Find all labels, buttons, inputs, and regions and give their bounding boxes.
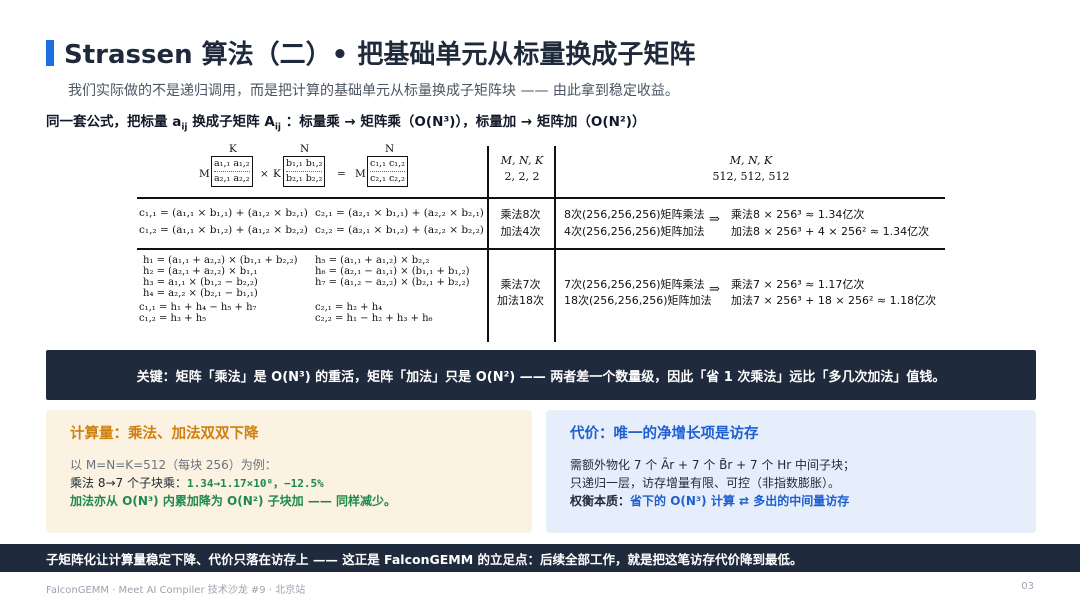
m-label-left: M <box>199 168 210 180</box>
row1-add-count: 加法4次 <box>500 225 541 238</box>
divider-mid <box>137 248 945 250</box>
row2-result-mul: 乘法7 × 256³ ≈ 1.17亿次 <box>731 278 865 291</box>
row2-h1: h₁ = (a₁,₁ + a₂,₂) × (b₁,₁ + b₂,₂) <box>143 255 298 266</box>
times-sign: × <box>260 168 269 180</box>
equals-sign: = <box>337 168 346 180</box>
col2-values: 2, 2, 2 <box>504 170 540 183</box>
comparison-table: K N N M a₁,₁ a₁,₂ a₂,₁ a₂,₂ × K b₁,₁ b₁,₂ b… <box>137 143 945 342</box>
compute-card-line3: 加法亦从 O(N³) 内累加降为 O(N²) 子块加 —— 同样减少。 <box>70 494 397 508</box>
compute-card-line2-value: 1.34→1.17×10⁸，−12.5% <box>186 477 324 490</box>
n-label-top-result: N <box>385 143 395 155</box>
formula-sub-b: ij <box>274 122 282 133</box>
n-label-top: N <box>300 143 310 155</box>
a22: a₂,₂ <box>233 173 250 184</box>
matrix-b: b₁,₁ b₁,₂ b₂,₁ b₂,₂ <box>283 156 326 187</box>
matrix-a: a₁,₁ a₁,₂ a₂,₁ a₂,₂ <box>211 156 253 187</box>
divider-top <box>137 197 945 199</box>
b12: b₁,₂ <box>305 158 323 169</box>
c22: c₂,₂ <box>388 173 405 184</box>
page-number: 03 <box>1021 581 1034 592</box>
page-subtitle: 我们实际做的不是递归调用，而是把计算的基础单元从标量换成子矩阵块 —— 由此拿到… <box>68 83 679 99</box>
col3-values: 512, 512, 512 <box>712 170 790 183</box>
m-label-left-result: M <box>355 168 366 180</box>
compute-card-line2-label: 乘法 8→7 个子块乘： <box>70 476 187 490</box>
cost-card-title: 代价：唯一的净增长项是访存 <box>570 426 759 442</box>
row2-h3: h₃ = a₁,₁ × (b₁,₂ − b₂,₂) <box>143 277 258 288</box>
row1-eq4: c₂,₂ = (a₂,₁ × b₁,₂) + (a₂,₂ × b₂,₂) <box>315 224 484 236</box>
row1-eq2: c₁,₂ = (a₁,₁ × b₁,₂) + (a₁,₂ × b₂,₂) <box>139 224 308 236</box>
a12: a₁,₂ <box>233 158 250 169</box>
a11: a₁,₁ <box>214 158 231 169</box>
row2-h7: h₇ = (a₁,₂ − a₂,₂) × (b₂,₁ + b₂,₂) <box>315 277 470 288</box>
cost-card-line3-value: 省下的 O(N³) 计算 ⇄ 多出的中间量访存 <box>630 494 850 508</box>
row2-c21: c₂,₁ = h₂ + h₄ <box>315 302 383 313</box>
bottom-summary-bar: 子矩阵化让计算量稳定下降、代价只落在访存上 —— 这正是 FalconGEMM … <box>0 544 1080 572</box>
compute-card: 计算量：乘法、加法双双下降 以 M=N=K=512（每块 256）为例： 乘法 … <box>46 410 532 533</box>
formula-part-b: 换成子矩阵 A <box>192 114 275 130</box>
vertical-divider-2 <box>554 146 556 342</box>
a21: a₂,₁ <box>214 173 231 184</box>
row1-result-add: 加法8 × 256³ + 4 × 256² ≈ 1.34亿次 <box>731 225 930 238</box>
c21: c₂,₁ <box>370 173 386 184</box>
cost-card-line1: 需额外物化 7 个 Ãr + 7 个 B̃r + 7 个 Hr 中间子块； <box>570 458 856 472</box>
cost-card-line3-label: 权衡本质： <box>570 494 631 508</box>
row2-mul-count: 乘法7次 <box>500 278 541 291</box>
b11: b₁,₁ <box>286 158 303 169</box>
row2-h5: h₅ = (a₁,₁ + a₁,₂) × b₂,₂ <box>315 255 430 266</box>
formula-part-a: 同一套公式，把标量 a <box>46 114 182 130</box>
row2-big-mul: 7次(256,256,256)矩阵乘法 <box>564 278 705 291</box>
b21: b₂,₁ <box>286 173 303 184</box>
row2-h6: h₆ = (a₂,₁ − a₁,₁) × (b₁,₁ + b₁,₂) <box>315 266 470 277</box>
row2-big-add: 18次(256,256,256)矩阵加法 <box>564 294 712 307</box>
vertical-divider-1 <box>487 146 489 342</box>
page-title: Strassen 算法（二）• 把基础单元从标量换成子矩阵 <box>64 40 696 70</box>
row2-arrow-icon: ⇒ <box>709 282 720 297</box>
c12: c₁,₂ <box>388 158 405 169</box>
matrix-c: c₁,₁ c₁,₂ c₂,₁ c₂,₂ <box>367 156 408 187</box>
b22: b₂,₂ <box>305 173 323 184</box>
row1-eq3: c₂,₁ = (a₂,₁ × b₁,₁) + (a₂,₂ × b₂,₁) <box>315 207 484 219</box>
k-label-mid: K <box>273 168 281 180</box>
row2-c22: c₂,₂ = h₁ − h₂ + h₃ + h₆ <box>315 313 433 324</box>
row2-c11: c₁,₁ = h₁ + h₄ − h₅ + h₇ <box>139 302 257 313</box>
formula-sub-a: ij <box>181 122 188 133</box>
title-accent-bar <box>46 40 54 66</box>
cost-card: 代价：唯一的净增长项是访存 需额外物化 7 个 Ãr + 7 个 B̃r + 7… <box>546 410 1036 533</box>
k-label-top: K <box>229 143 237 155</box>
row1-mul-count: 乘法8次 <box>500 208 541 221</box>
row2-result-add: 加法7 × 256³ + 18 × 256² ≈ 1.18亿次 <box>731 294 937 307</box>
compute-card-title: 计算量：乘法、加法双双下降 <box>70 426 259 442</box>
col2-header: M, N, K <box>500 154 544 167</box>
compute-card-line1: 以 M=N=K=512（每块 256）为例： <box>70 458 277 472</box>
row2-h4: h₄ = a₂,₂ × (b₂,₁ − b₁,₁) <box>143 288 258 299</box>
footer-source: FalconGEMM · Meet AI Compiler 技术沙龙 #9 · … <box>46 585 306 596</box>
row2-c12: c₁,₂ = h₃ + h₅ <box>139 313 207 324</box>
row1-big-add: 4次(256,256,256)矩阵加法 <box>564 225 705 238</box>
c11: c₁,₁ <box>370 158 386 169</box>
row1-arrow-icon: ⇒ <box>709 212 720 227</box>
row1-eq1: c₁,₁ = (a₁,₁ × b₁,₁) + (a₁,₂ × b₂,₁) <box>139 207 308 219</box>
formula-summary: 同一套公式，把标量 aij 换成子矩阵 Aij ：标量乘 → 矩阵乘（O(N³)… <box>46 110 645 133</box>
key-banner: 关键：矩阵「乘法」是 O(N³) 的重活，矩阵「加法」只是 O(N²) —— 两… <box>46 350 1036 400</box>
cost-card-line2: 只递归一层，访存增量有限、可控（非指数膨胀）。 <box>570 476 841 490</box>
row1-big-mul: 8次(256,256,256)矩阵乘法 <box>564 208 705 221</box>
col3-header: M, N, K <box>729 154 773 167</box>
row1-result-mul: 乘法8 × 256³ ≈ 1.34亿次 <box>731 208 865 221</box>
row2-add-count: 加法18次 <box>497 294 544 307</box>
cost-card-line3: 权衡本质：省下的 O(N³) 计算 ⇄ 多出的中间量访存 <box>570 492 849 509</box>
formula-part-c: ：标量乘 → 矩阵乘（O(N³)），标量加 → 矩阵加（O(N²)） <box>285 114 646 130</box>
row2-h2: h₂ = (a₂,₁ + a₂,₂) × b₁,₁ <box>143 266 258 277</box>
compute-card-line2: 乘法 8→7 个子块乘：1.34→1.17×10⁸，−12.5% <box>70 474 324 491</box>
